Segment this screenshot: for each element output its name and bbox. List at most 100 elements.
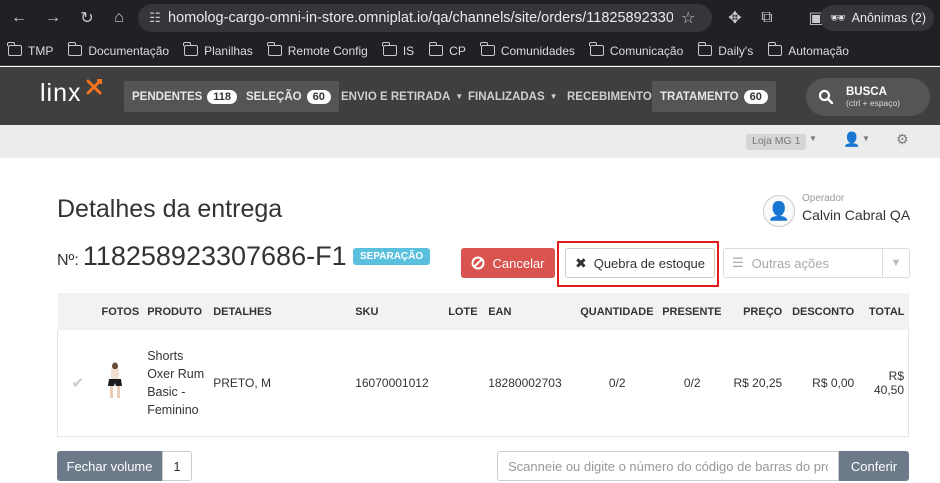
product-total: R$ 40,50: [873, 368, 904, 397]
puzzle-icon[interactable]: ⧉: [754, 5, 780, 31]
bookmark-folder[interactable]: Automação: [767, 42, 849, 58]
product-quantity: 0/2: [608, 375, 626, 390]
url-text[interactable]: homolog-cargo-omni-in-store.omniplat.io/…: [168, 10, 673, 26]
bookmark-folder[interactable]: Documentação: [67, 42, 169, 58]
extension-icon[interactable]: ✥: [722, 5, 748, 31]
operator-name: Calvin Cabral QA: [802, 207, 911, 223]
folder-icon: [183, 42, 199, 56]
items-table: FOTOS PRODUTO DETALHES SKU LOTE EAN QUAN…: [57, 293, 909, 437]
product-details: PRETO, M: [213, 375, 271, 390]
store-selector[interactable]: Loja MG 1: [746, 134, 807, 150]
bookmark-folder[interactable]: Comunidades: [480, 42, 575, 58]
column-header: PRODUTO: [147, 305, 203, 318]
stock-break-button[interactable]: ✖ Quebra de estoque: [565, 248, 715, 278]
barcode-input[interactable]: [497, 451, 839, 481]
confirm-button[interactable]: Conferir: [839, 451, 909, 481]
incognito-icon: 🕶: [829, 10, 846, 25]
tab-selecao[interactable]: SELEÇÃO 60: [238, 81, 339, 112]
folder-icon: [480, 42, 495, 56]
chevron-down-icon: ▼: [549, 92, 558, 101]
column-header: QUANTIDADE: [580, 305, 654, 318]
linx-logo[interactable]: linx: [40, 79, 82, 108]
column-header: FOTOS: [101, 305, 140, 318]
operator-label: Operador: [802, 193, 845, 204]
column-header: EAN: [488, 305, 512, 318]
bookmark-folder[interactable]: TMP: [7, 42, 53, 58]
folder-icon: [428, 42, 444, 56]
bookmarks-bar: TMP Documentação Planilhas Remote Config…: [0, 36, 940, 66]
column-header: DESCONTO: [792, 305, 855, 318]
column-header: TOTAL: [868, 305, 905, 318]
folder-icon: [767, 42, 783, 56]
count-badge: 118: [207, 89, 238, 104]
status-badge: SEPARAÇÃO: [353, 248, 431, 265]
folder-icon: [382, 42, 397, 56]
incognito-profile-button[interactable]: 🕶 Anônimas (2): [819, 5, 934, 31]
sub-header: Loja MG 1 ▼ 👤 ▼ ⚙: [0, 125, 940, 158]
column-header: PRESENTE: [662, 305, 722, 318]
count-badge: 60: [306, 89, 331, 104]
column-header: DETALHES: [213, 305, 272, 318]
bookmark-folder[interactable]: Daily's: [697, 42, 753, 58]
bookmark-folder[interactable]: IS: [382, 42, 414, 58]
user-icon[interactable]: 👤: [843, 131, 860, 148]
folder-icon: [67, 42, 83, 56]
search-title: BUSCA: [846, 85, 887, 98]
column-header: LOTE: [448, 305, 478, 318]
photo-cell: [98, 330, 144, 436]
bookmark-folder[interactable]: Remote Config: [267, 42, 368, 58]
order-prefix: Nº:: [57, 252, 79, 269]
browser-toolbar: ← → ↻ ⌂ ☷ homolog-cargo-omni-in-store.om…: [0, 0, 940, 36]
cancel-button[interactable]: Cancelar: [461, 248, 555, 278]
column-header: SKU: [355, 305, 379, 318]
user-chevron-down-icon[interactable]: ▼: [862, 134, 870, 143]
table-row: ✔ Shorts Oxer Rum Basic - Feminino PRETO…: [57, 330, 909, 436]
reload-icon[interactable]: ↻: [74, 5, 100, 31]
home-icon[interactable]: ⌂: [106, 5, 132, 31]
order-number: Nº: 118258923307686-F1: [57, 241, 347, 272]
tab-recebimento[interactable]: RECEBIMENTO: [559, 81, 660, 112]
check-icon: ✔: [71, 374, 85, 392]
address-bar[interactable]: ☷ homolog-cargo-omni-in-store.omniplat.i…: [138, 4, 712, 32]
product-discount: R$ 0,00: [812, 375, 855, 390]
close-icon: ✖: [574, 254, 587, 271]
profile-label: Anônimas (2): [851, 11, 926, 25]
bookmark-folder[interactable]: Comunicação: [589, 42, 683, 58]
list-icon: ☰: [732, 255, 744, 270]
product-gift: 0/2: [683, 375, 701, 390]
other-actions-button[interactable]: ☰ Outras ações: [723, 248, 883, 278]
folder-icon: [589, 42, 604, 56]
close-volume-button[interactable]: Fechar volume: [57, 451, 162, 481]
search-icon: [818, 89, 834, 105]
check-cell[interactable]: ✔: [58, 330, 98, 436]
product-price: R$ 20,25: [733, 375, 783, 390]
operator-avatar-icon: 👤: [763, 195, 795, 227]
product-lot: [444, 330, 484, 436]
product-ean: 18280002703: [488, 375, 562, 390]
bookmark-star-icon[interactable]: ☆: [681, 8, 695, 28]
store-chevron-down-icon[interactable]: ▼: [809, 134, 817, 143]
count-badge: 60: [743, 89, 768, 104]
tab-tratamento[interactable]: TRATAMENTO 60: [652, 81, 776, 112]
column-header: PREÇO: [743, 305, 783, 318]
tab-finalizadas[interactable]: FINALIZADAS ▼: [460, 81, 566, 112]
back-icon[interactable]: ←: [6, 5, 32, 31]
bookmark-folder[interactable]: CP: [428, 42, 466, 58]
ban-icon: [471, 256, 485, 270]
folder-icon: [697, 42, 713, 56]
tab-envio-retirada[interactable]: ENVIO E RETIRADA ▼: [333, 81, 471, 112]
search-button[interactable]: BUSCA (ctrl + espaço): [806, 78, 930, 116]
page-title: Detalhes da entrega: [57, 195, 283, 223]
product-name: Shorts Oxer Rum Basic - Feminino: [147, 348, 205, 417]
forward-icon[interactable]: →: [40, 5, 66, 31]
tab-pendentes[interactable]: PENDENTES 118: [124, 81, 246, 112]
product-image[interactable]: [104, 362, 126, 400]
volume-count: 1: [162, 451, 192, 481]
site-settings-icon[interactable]: ☷: [142, 10, 168, 26]
other-actions-chevron-down-icon[interactable]: ▼: [882, 248, 910, 278]
gear-icon[interactable]: ⚙: [896, 131, 909, 148]
bookmark-folder[interactable]: Planilhas: [183, 42, 253, 58]
order-id: 118258923307686-F1: [82, 241, 347, 271]
table-header-row: FOTOS PRODUTO DETALHES SKU LOTE EAN QUAN…: [57, 293, 909, 330]
column-header: [58, 293, 98, 330]
